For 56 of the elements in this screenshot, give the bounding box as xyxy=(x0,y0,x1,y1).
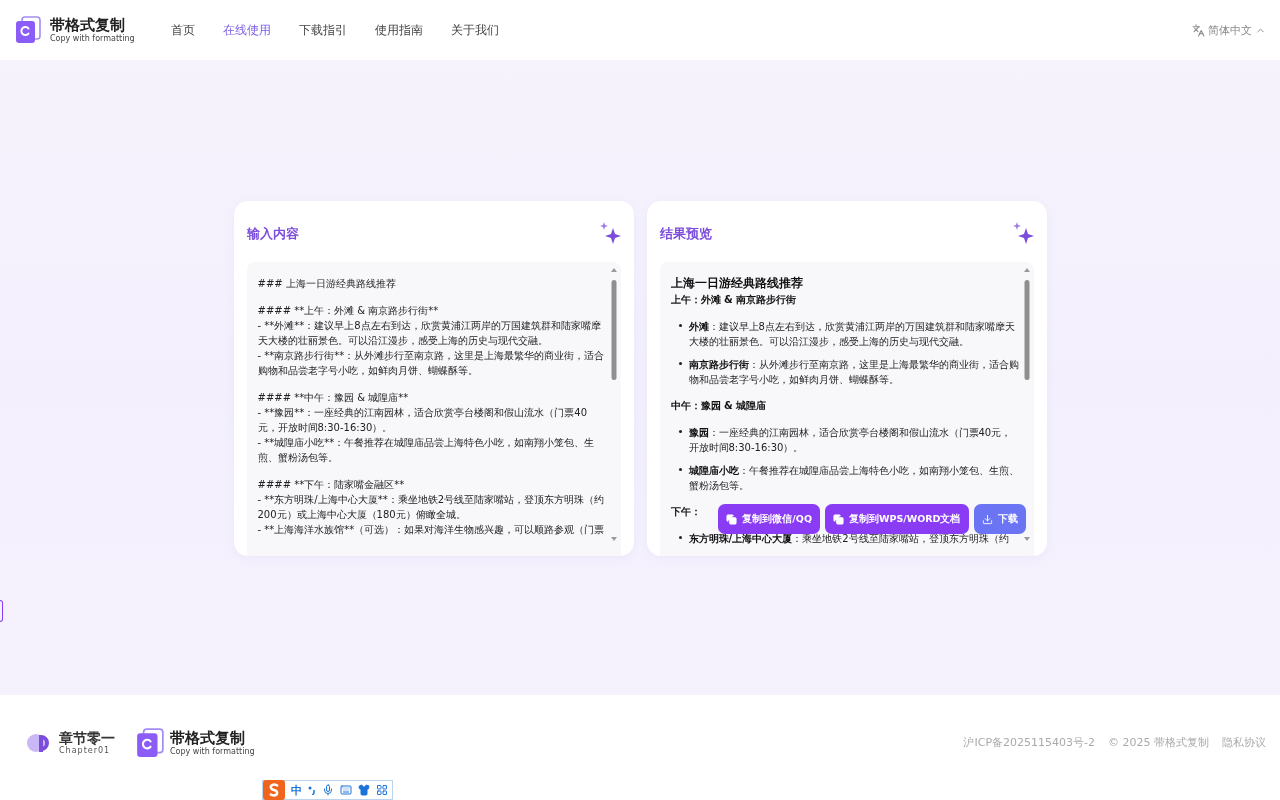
keyboard-icon[interactable] xyxy=(340,784,352,796)
bullet-icon xyxy=(678,362,682,365)
list-item: 豫园：一座经典的江南园林，适合欣赏亭台楼阁和假山流水（门票40元，开放时间8:30-16:30）。 xyxy=(688,426,1013,455)
grid-icon[interactable] xyxy=(376,784,388,796)
preview-heading: 上海一日游经典路线推荐 xyxy=(670,276,804,291)
section-heading: 中午：豫园 & 城隍庙 xyxy=(670,399,767,413)
source-text-line: - **外滩**：建议早上8点左右到达，欣赏黄浦江两岸的万国建筑群和陆家嘴摩天大楼的壮丽景色。可以沿江漫步，感受上海的历史与现代交融。 xyxy=(257,319,602,348)
microphone-icon[interactable] xyxy=(322,784,334,796)
download-button[interactable]: 下载 xyxy=(973,504,1026,534)
section-heading: 上午：外滩 & 南京路步行街 xyxy=(670,293,797,307)
copy-icon xyxy=(833,513,844,525)
side-tab[interactable] xyxy=(0,600,3,622)
source-text-line: - **东方明珠/上海中心大厦**：乘坐地铁2号线至陆家嘴站，登顶东方明珠（约200元）或上海中心大厦（180元）俯瞰全城。 xyxy=(257,493,606,522)
brand-name: 带格式复制 xyxy=(50,16,126,34)
language-selector[interactable]: 简体中文 xyxy=(1192,22,1266,38)
list-item: 城隍庙小吃：午餐推荐在城隍庙品尝上海特色小吃，如南翔小笼包、生煎、蟹粉汤包等。 xyxy=(688,464,1020,493)
copyright-text: © 2025 带格式复制 xyxy=(1108,735,1209,750)
nav-link[interactable]: 首页 xyxy=(156,21,209,39)
shirt-icon[interactable] xyxy=(358,784,370,796)
source-text-line: - **豫园**：一座经典的江南园林，适合欣赏亭台楼阁和假山流水（门票40元，开放时间8:30-16:30）。 xyxy=(257,406,588,435)
list-item: 东方明珠/上海中心大厦：乘坐地铁2号线至陆家嘴站，登顶东方明珠（约 xyxy=(688,532,1009,546)
logo-icon xyxy=(135,727,165,758)
brand-name: 带格式复制 xyxy=(170,728,246,747)
panel-title: 输入内容 xyxy=(246,225,299,243)
nav-link[interactable]: 在线使用 xyxy=(208,21,285,39)
download-icon xyxy=(981,513,993,525)
source-text-line: - **城隍庙小吃**：午餐推荐在城隍庙品尝上海特色小吃，如南翔小笼包、生煎、蟹粉汤包等。 xyxy=(257,436,596,465)
copy-icon xyxy=(726,513,738,525)
list-item: 外滩：建议早上8点左右到达，欣赏黄浦江两岸的万国建筑群和陆家嘴摩天大楼的壮丽景色。可以沿江漫步，感受上海的历史与现代交融。 xyxy=(688,320,1016,349)
partner-tagline: Chapter01 xyxy=(59,745,112,756)
bullet-icon xyxy=(678,430,682,433)
panel-title: 结果预览 xyxy=(659,225,712,243)
bullet-icon xyxy=(678,468,682,471)
nav-link[interactable]: 关于我们 xyxy=(436,21,513,39)
bullet-icon xyxy=(678,324,682,327)
copy-button[interactable]: 复制到WPS/WORD文档 xyxy=(825,504,969,534)
partner-name: 章节零一 xyxy=(59,729,115,746)
translate-icon xyxy=(1192,23,1205,37)
section-heading: 下午： xyxy=(670,505,701,519)
source-text-line: - **南京路步行街**：从外滩步行至南京路，这里是上海最繁华的商业街，适合购物和品尝老字号小吃，如鲜肉月饼、蝴蝶酥等。 xyxy=(257,349,606,378)
nav-link[interactable]: 使用指南 xyxy=(360,21,437,39)
bullet-icon xyxy=(678,536,682,539)
source-text-line: #### **下午：陆家嘴金融区** xyxy=(257,478,406,492)
copy-button[interactable]: 复制到微信/QQ xyxy=(718,504,820,534)
list-item: 南京路步行街：从外滩步行至南京路，这里是上海最繁华的商业街，适合购物和品尝老字号小吃，如鲜肉月饼、蝴蝶酥等。 xyxy=(688,358,1020,387)
punctuation-icon[interactable] xyxy=(308,785,316,795)
source-text-line: ### 上海一日游经典路线推荐 xyxy=(257,277,397,291)
nav-link[interactable]: 下载指引 xyxy=(284,21,361,39)
input-field[interactable] xyxy=(246,262,621,556)
source-text-line: #### **上午：外滩 & 南京路步行街** xyxy=(257,304,440,318)
source-text-line: - **上海海洋水族馆**（可选）：如果对海洋生物感兴趣，可以顺路参观（门票 xyxy=(257,523,606,537)
source-text-line: #### **中午：豫园 & 城隍庙** xyxy=(257,391,410,405)
brand-tagline: Copy with formatting xyxy=(50,34,135,44)
ime-mode[interactable]: 中 xyxy=(291,782,302,798)
brand-tagline: Copy with formatting xyxy=(170,746,255,757)
logo-icon xyxy=(14,16,42,44)
